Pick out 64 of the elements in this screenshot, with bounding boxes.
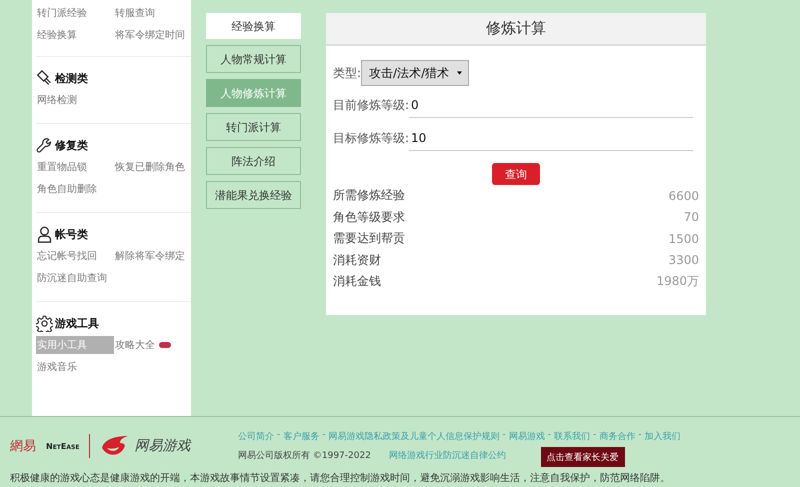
result-label: 角色等级要求 — [333, 208, 405, 226]
result-label: 所需修炼经验 — [333, 187, 405, 204]
result-value: 1980万 — [656, 273, 699, 290]
footer-link[interactable]: 公司简介 — [238, 430, 274, 443]
result-value: 1500 — [668, 232, 699, 246]
result-value: 3300 — [668, 253, 699, 268]
section-title: 游戏工具 — [55, 316, 99, 330]
settings-icon — [36, 314, 53, 332]
result-label: 消耗金钱 — [333, 273, 381, 290]
sidebar-link[interactable]: 解除将军令绑定 — [114, 247, 188, 265]
sidebar-link[interactable]: 攻略大全 — [114, 336, 158, 354]
section-title: 检测类 — [55, 70, 88, 86]
result-label: 消耗资财 — [333, 252, 381, 269]
type-dropdown[interactable]: 攻击/法术/猎术 — [361, 60, 470, 86]
link-separator: - — [638, 430, 642, 442]
card-title: 修炼计算 — [326, 13, 706, 46]
footer-link[interactable]: 客户服务 — [283, 430, 320, 443]
sidebar-link[interactable]: 经验换算 — [36, 26, 80, 44]
field-label: 类型: — [333, 64, 362, 82]
link-separator: - — [322, 430, 326, 442]
link-separator: - — [548, 430, 551, 442]
logo-text: 網易 — [10, 438, 36, 455]
tab[interactable]: 潜能果兑换经验 — [206, 181, 301, 209]
footer-link[interactable]: 网易游戏隐私政策及儿童个人信息保护规则 — [328, 430, 500, 443]
link-separator: - — [502, 430, 506, 442]
sidebar-link[interactable]: 恢复已删除角色 — [114, 158, 188, 176]
tab[interactable]: 人物修炼计算 — [206, 79, 301, 107]
tab-heading: 经验换算 — [206, 13, 301, 39]
footer-link[interactable]: 商务合作 — [599, 430, 636, 443]
section-title: 帐号类 — [55, 226, 88, 242]
section-title: 修复类 — [55, 138, 88, 152]
parent-care-button[interactable]: 点击查看家长关爱 — [540, 447, 624, 467]
user-icon — [36, 226, 53, 242]
logo-text: NetEase — [46, 442, 80, 450]
sidebar-link[interactable]: 角色自助删除 — [36, 180, 100, 198]
sidebar-link[interactable]: 游戏音乐 — [36, 358, 80, 376]
sidebar-link[interactable]: 将军令绑定时间 — [114, 26, 188, 44]
logo-text: 网易游戏 — [134, 437, 190, 455]
link-separator: - — [277, 430, 280, 442]
caret-icon — [457, 71, 462, 75]
copyright-text: 网易公司版权所有 ©1997-2022 — [238, 450, 371, 462]
result-value: 70 — [684, 210, 699, 224]
notice-text: 积极健康的游戏心态是健康游戏的开端，本游戏故事情节设置紧凑，请您合理控制游戏时间，避免沉溺游戏影响生活，注意自我保护，防范网络陷阱。 — [10, 472, 671, 485]
footer-link[interactable]: 联系我们 — [554, 430, 590, 443]
link-separator: - — [593, 430, 596, 442]
pin-icon — [36, 70, 53, 86]
footer-link[interactable]: 网络游戏行业防沉迷自律公约 — [388, 449, 506, 462]
field-label: 目标修炼等级: — [333, 130, 410, 147]
wrench-icon — [36, 136, 53, 154]
field-label: 目前修炼等级: — [333, 97, 410, 114]
result-value: 6600 — [668, 188, 699, 203]
sidebar-link[interactable]: 忘记帐号找回 — [36, 247, 100, 265]
footer-link[interactable]: 网易游戏 — [508, 430, 545, 443]
sidebar-link[interactable]: 网络检测 — [36, 91, 80, 109]
footer-link[interactable]: 加入我们 — [644, 430, 680, 443]
sidebar-link[interactable]: 转门派经验 — [36, 4, 90, 22]
sidebar-link[interactable]: 重置物品锁 — [36, 158, 90, 176]
result-label: 需要达到帮贡 — [333, 230, 405, 248]
sidebar-link[interactable]: 防沉迷自助查询 — [36, 269, 110, 287]
tab[interactable]: 阵法介绍 — [206, 147, 301, 175]
query-button[interactable]: 查询 — [492, 163, 540, 185]
tab[interactable]: 人物常规计算 — [206, 45, 301, 73]
tab[interactable]: 转门派计算 — [206, 113, 301, 141]
sidebar-link[interactable]: 转服查询 — [114, 4, 158, 22]
